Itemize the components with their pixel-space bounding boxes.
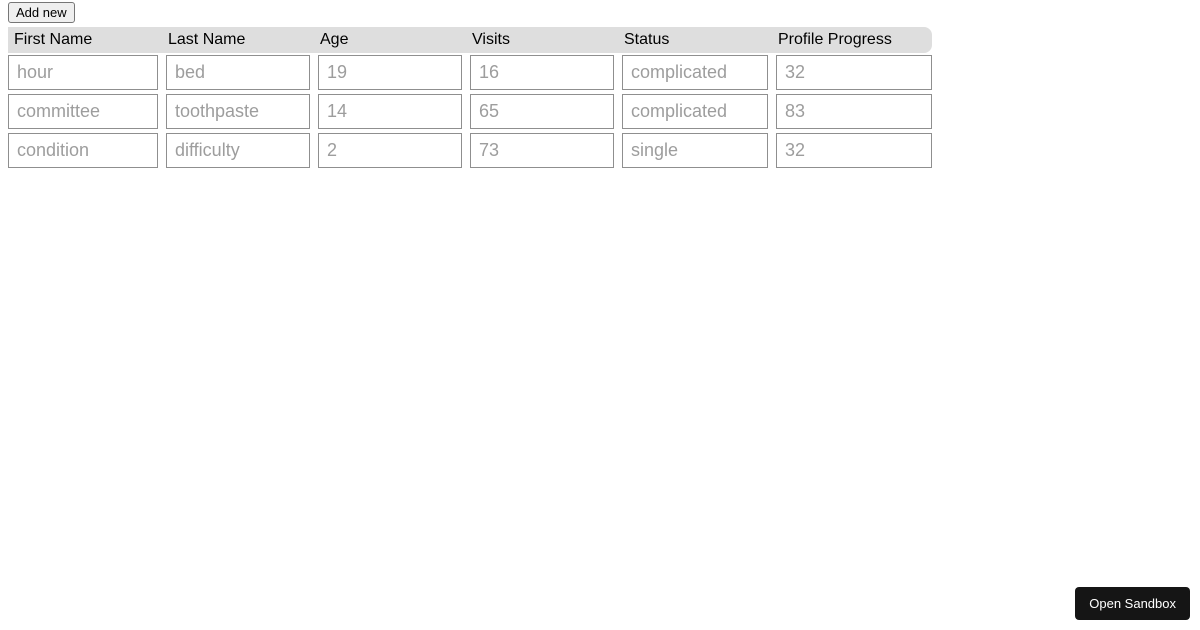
col-first-name: First Name xyxy=(8,27,162,53)
status-input[interactable] xyxy=(622,55,768,90)
last-name-input[interactable] xyxy=(166,55,310,90)
add-new-button[interactable]: Add new xyxy=(8,2,75,23)
table-row xyxy=(8,53,932,92)
first-name-input[interactable] xyxy=(8,133,158,168)
table-row xyxy=(8,92,932,131)
col-last-name: Last Name xyxy=(162,27,314,53)
table-row xyxy=(8,131,932,170)
visits-input[interactable] xyxy=(470,55,614,90)
open-sandbox-button[interactable]: Open Sandbox xyxy=(1075,587,1190,620)
visits-input[interactable] xyxy=(470,133,614,168)
col-age: Age xyxy=(314,27,466,53)
last-name-input[interactable] xyxy=(166,133,310,168)
age-input[interactable] xyxy=(318,133,462,168)
progress-input[interactable] xyxy=(776,55,932,90)
progress-input[interactable] xyxy=(776,94,932,129)
col-status: Status xyxy=(618,27,772,53)
first-name-input[interactable] xyxy=(8,55,158,90)
data-table: First Name Last Name Age Visits Status P… xyxy=(8,27,932,170)
table-header-row: First Name Last Name Age Visits Status P… xyxy=(8,27,932,53)
visits-input[interactable] xyxy=(470,94,614,129)
first-name-input[interactable] xyxy=(8,94,158,129)
progress-input[interactable] xyxy=(776,133,932,168)
col-visits: Visits xyxy=(466,27,618,53)
age-input[interactable] xyxy=(318,55,462,90)
col-progress: Profile Progress xyxy=(772,27,932,53)
age-input[interactable] xyxy=(318,94,462,129)
last-name-input[interactable] xyxy=(166,94,310,129)
status-input[interactable] xyxy=(622,133,768,168)
status-input[interactable] xyxy=(622,94,768,129)
